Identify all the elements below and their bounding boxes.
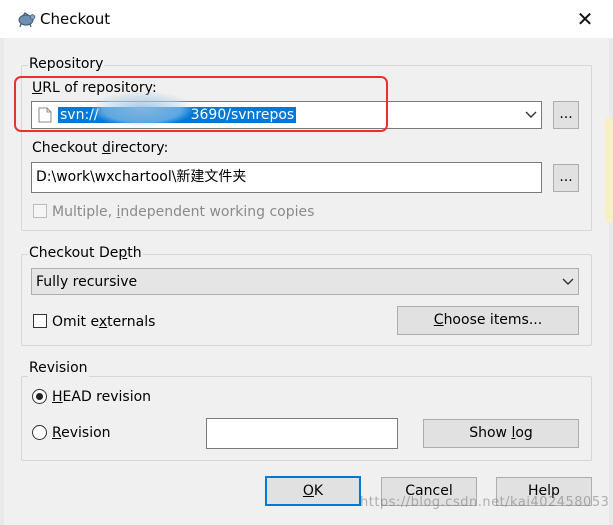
background-window-edge [605, 118, 613, 222]
directory-browse-button[interactable]: ... [553, 164, 579, 192]
head-revision-radio[interactable] [32, 389, 47, 404]
revision-group-label: Revision [28, 359, 89, 377]
url-browse-button[interactable]: ... [553, 101, 579, 129]
checkout-directory-label: Checkout directory: [32, 140, 169, 156]
revision-input[interactable] [206, 418, 398, 449]
revision-label: Revision [52, 425, 111, 441]
show-log-button[interactable]: Show log [423, 419, 579, 448]
ok-button[interactable]: OK [265, 476, 361, 506]
close-icon: ✕ [576, 7, 594, 31]
checkout-directory-input[interactable]: D:\work\wxchartool\新建文件夹 [31, 162, 542, 193]
multiple-working-copies-label: Multiple, independent working copies [52, 204, 315, 220]
checkout-directory-value: D:\work\wxchartool\新建文件夹 [36, 169, 247, 185]
repository-group-label: Repository [28, 55, 105, 73]
right-edge [609, 38, 613, 525]
depth-select[interactable]: Fully recursive [31, 268, 579, 295]
omit-externals-checkbox[interactable] [33, 314, 47, 328]
head-revision-label: HEAD revision [52, 389, 152, 405]
revision-radio[interactable] [32, 425, 47, 440]
left-edge [0, 38, 4, 525]
choose-items-button[interactable]: Choose items... [397, 306, 579, 335]
chevron-down-icon [562, 278, 574, 285]
omit-externals-label: Omit externals [52, 314, 156, 330]
depth-select-value: Fully recursive [36, 274, 138, 290]
title-bar[interactable]: Checkout ✕ [0, 0, 613, 38]
tortoise-svn-icon [18, 12, 36, 28]
window-title: Checkout [40, 10, 111, 28]
highlight-box [14, 76, 388, 132]
multiple-working-copies-checkbox[interactable] [33, 204, 47, 218]
checkout-depth-group-label: Checkout Depth [28, 244, 143, 262]
close-button[interactable]: ✕ [568, 4, 602, 34]
chevron-down-icon[interactable] [525, 111, 537, 119]
watermark: https://blog.csdn.net/kai402458053 [360, 495, 610, 510]
